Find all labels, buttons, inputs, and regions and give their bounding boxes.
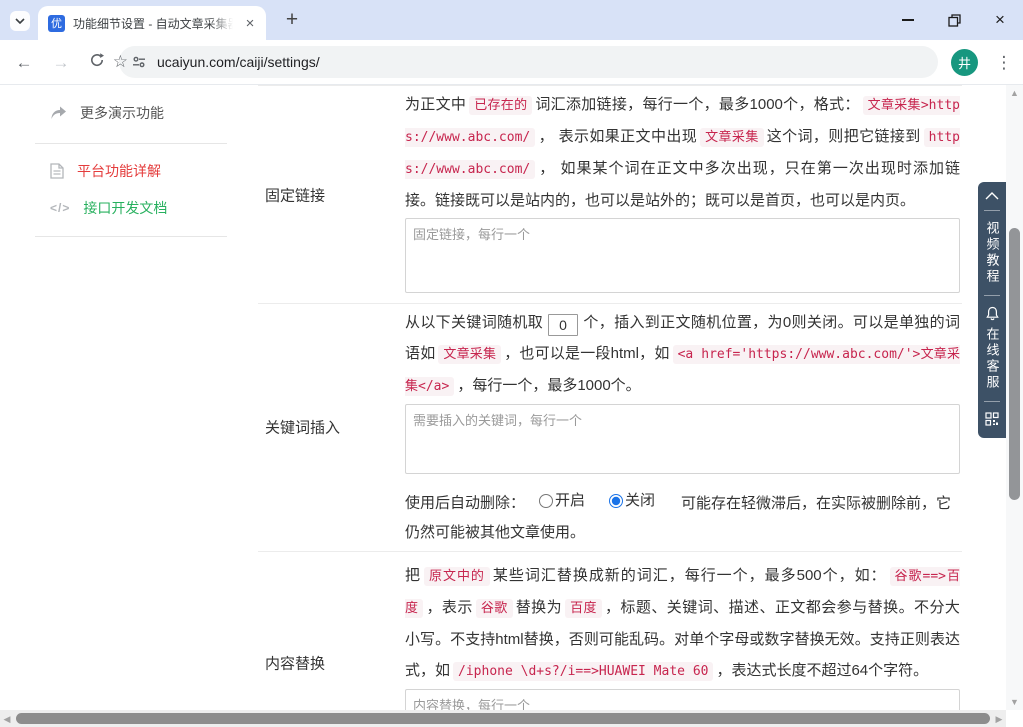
site-settings-icon[interactable] [131, 54, 147, 70]
restore-icon [947, 13, 961, 27]
highlight-code: /iphone \d+s?/i==>HUAWEI Mate 60 [453, 661, 714, 681]
reload-button[interactable] [86, 52, 108, 74]
tab-search-button[interactable] [10, 11, 30, 31]
content-replace-label: 内容替换 [265, 655, 326, 673]
keyword-insert-description: 从以下关键词随机取个，插入到正文随机位置，为0则关闭。可以是单独的词语如文章采集… [405, 307, 960, 402]
toolbar-divider [984, 401, 1000, 402]
sidebar: 更多演示功能 平台功能详解 </> 接口开发文档 [30, 85, 230, 237]
code-icon: </> [50, 201, 71, 215]
horizontal-scrollbar-thumb[interactable] [16, 713, 990, 724]
browser-tab[interactable]: 优 功能细节设置 - 自动文章采集器 × [38, 6, 266, 40]
toolbar-divider [984, 210, 1000, 211]
sidebar-item-api-docs[interactable]: </> 接口开发文档 [30, 193, 230, 223]
content-replace-description: 把原文中的 某些词汇替换成新的词汇，每行一个，最多500个，如： 谷歌==>百度 ，表… [405, 566, 960, 681]
highlight-code: 百度 [565, 598, 602, 618]
fixed-links-textarea[interactable] [405, 218, 960, 293]
sidebar-divider [35, 143, 227, 144]
scroll-left-arrow-icon[interactable]: ◀ [0, 714, 14, 725]
bell-icon[interactable] [985, 306, 1000, 321]
reload-icon [91, 53, 104, 67]
close-window-button[interactable]: × [977, 0, 1023, 40]
scroll-down-arrow-icon[interactable]: ▼ [1006, 697, 1023, 707]
video-tutorial-button[interactable]: 视频教程 [985, 221, 1000, 285]
radio-off-input[interactable] [609, 493, 624, 508]
vertical-scrollbar[interactable]: ▲ ▼ [1006, 85, 1023, 710]
scroll-up-arrow-icon[interactable]: ▲ [1006, 88, 1023, 98]
sidebar-item-label: 平台功能详解 [77, 163, 161, 179]
document-icon [50, 163, 64, 179]
online-service-button[interactable]: 在线客服 [985, 327, 1000, 391]
fixed-links-description: 为正文中 已存在的 词汇添加链接，每行一个，最多1000个，格式： 文章采集>http… [405, 96, 960, 209]
tab-close-icon[interactable]: × [242, 16, 258, 31]
back-to-top-button[interactable] [985, 192, 999, 200]
sidebar-item-label: 更多演示功能 [80, 105, 164, 121]
highlight-code: 谷歌 [475, 598, 513, 618]
content-replace-row: 内容替换 把原文中的 某些词汇替换成新的词汇，每行一个，最多500个，如： 谷歌==… [258, 552, 962, 727]
toolbar-divider [984, 295, 1000, 296]
auto-delete-setting: 使用后自动删除： 开启 关闭 可能存在轻微滞后，在实际被删除前，它仍然可能被其他文章使… [405, 486, 960, 547]
radio-option-off[interactable]: 关闭 [609, 486, 655, 515]
sidebar-item-label: 接口开发文档 [83, 200, 168, 216]
auto-delete-label: 使用后自动删除： [405, 494, 526, 512]
bookmark-star-icon[interactable]: ☆ [113, 52, 128, 72]
chevron-down-icon [15, 18, 25, 24]
back-button[interactable]: ← [13, 52, 35, 74]
browser-window: 优 功能细节设置 - 自动文章采集器 × + × ← → ucaiyun.com… [0, 0, 1023, 727]
sidebar-divider [35, 236, 227, 237]
highlight-code: 已存在的 [469, 96, 533, 115]
keyword-count-input[interactable] [548, 314, 579, 336]
radio-option-on[interactable]: 开启 [539, 486, 585, 515]
scroll-right-arrow-icon[interactable]: ▶ [992, 714, 1006, 725]
fixed-links-row: 固定链接 为正文中 已存在的 词汇添加链接，每行一个，最多1000个，格式： 文章采集… [258, 85, 962, 304]
address-bar[interactable]: ucaiyun.com/caiji/settings/ [119, 46, 938, 78]
horizontal-scrollbar[interactable]: ◀ ▶ [0, 710, 1006, 727]
minimize-button[interactable] [885, 0, 931, 40]
keyword-insert-label: 关键词插入 [265, 419, 341, 437]
keyword-insert-textarea[interactable] [405, 404, 960, 474]
minimize-icon [902, 19, 914, 21]
keyword-insert-row: 关键词插入 从以下关键词随机取个，插入到正文随机位置，为0则关闭。可以是单独的词… [258, 304, 962, 552]
sidebar-item-platform-docs[interactable]: 平台功能详解 [30, 156, 230, 186]
highlight-code: 文章采集 [700, 128, 764, 147]
highlight-code: 原文中的 [423, 566, 490, 586]
tab-strip: 优 功能细节设置 - 自动文章采集器 × + × [0, 0, 1023, 40]
radio-on-input[interactable] [539, 493, 554, 508]
forward-button[interactable]: → [50, 52, 72, 74]
close-icon: × [995, 10, 1005, 29]
chevron-up-icon [985, 192, 999, 200]
radio-off-label: 关闭 [625, 492, 656, 509]
fixed-links-label: 固定链接 [265, 187, 326, 204]
site-favicon: 优 [48, 14, 65, 32]
tab-title: 功能细节设置 - 自动文章采集器 [73, 16, 233, 31]
qr-code-icon [985, 412, 999, 426]
profile-avatar[interactable]: 井 [951, 49, 978, 76]
share-arrow-icon [51, 106, 66, 119]
radio-on-label: 开启 [555, 492, 586, 509]
settings-form: 固定链接 为正文中 已存在的 词汇添加链接，每行一个，最多1000个，格式： 文章采集… [258, 85, 962, 727]
browser-menu-icon[interactable]: ⋮ [995, 50, 1013, 75]
restore-button[interactable] [931, 0, 977, 40]
window-controls: × [885, 0, 1023, 40]
vertical-scrollbar-thumb[interactable] [1009, 228, 1020, 500]
highlight-code: 文章采集 [438, 345, 502, 364]
new-tab-button[interactable]: + [280, 8, 304, 32]
quick-toolbar: 视频教程 在线客服 [978, 182, 1006, 438]
url-text[interactable]: ucaiyun.com/caiji/settings/ [157, 54, 320, 70]
sidebar-item-more-demos[interactable]: 更多演示功能 [30, 98, 230, 128]
qr-code-button[interactable] [985, 412, 999, 426]
